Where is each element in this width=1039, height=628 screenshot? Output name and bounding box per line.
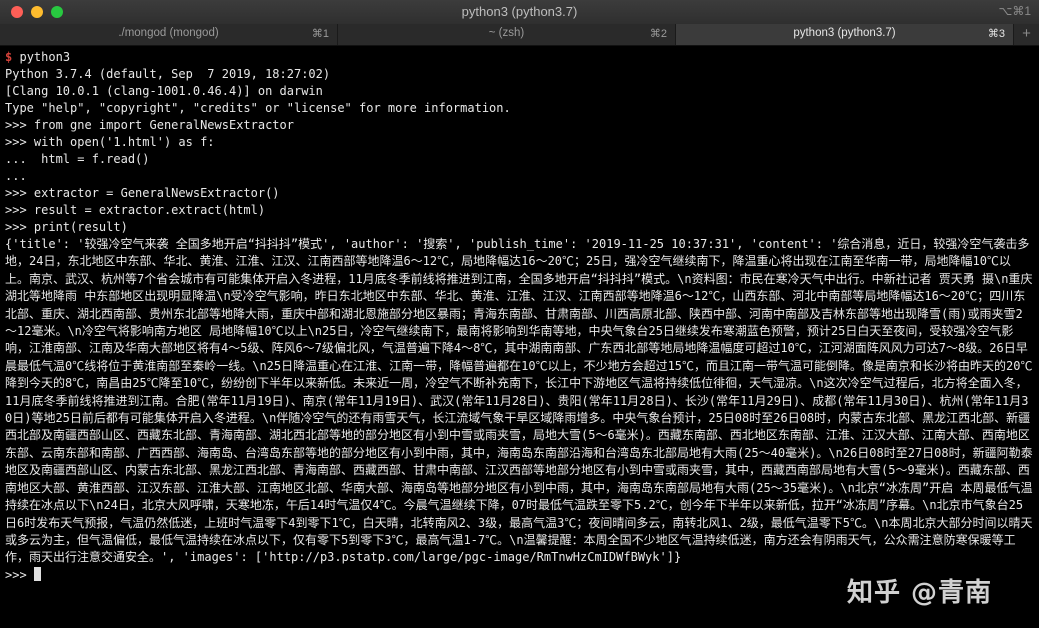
tab-label: python3 (python3.7) [793, 27, 896, 39]
shell-command: python3 [19, 50, 71, 64]
extract-result-output: {'title': '较强冷空气来袭 全国多地开启“抖抖抖”模式', 'auth… [5, 237, 1033, 565]
terminal-line: Type "help", "copyright", "credits" or "… [5, 101, 511, 115]
tab-mongod[interactable]: ./mongod (mongod) ⌘1 [0, 24, 338, 45]
tab-bar: ./mongod (mongod) ⌘1 ~ (zsh) ⌘2 python3 … [0, 24, 1039, 46]
terminal-line: >>> with open('1.html') as f: [5, 135, 215, 149]
tab-shortcut: ⌘1 [311, 28, 329, 40]
python-prompt: >>> [5, 567, 34, 582]
tab-label: ~ (zsh) [488, 27, 525, 39]
terminal-line: >>> from gne import GeneralNewsExtractor [5, 118, 294, 132]
terminal-line: >>> print(result) [5, 220, 128, 234]
terminal-line: >>> extractor = GeneralNewsExtractor() [5, 186, 280, 200]
tab-shortcut: ⌘2 [649, 28, 667, 40]
window-shortcut: ⌥⌘1 [998, 4, 1031, 18]
tab-zsh[interactable]: ~ (zsh) ⌘2 [338, 24, 676, 45]
watermark-text: 知乎 @青南 [847, 578, 993, 608]
new-tab-button[interactable]: + [1014, 24, 1039, 45]
tab-label: ./mongod (mongod) [118, 27, 219, 39]
tab-shortcut: ⌘3 [987, 28, 1005, 40]
terminal-window: python3 (python3.7) ⌥⌘1 ./mongod (mongod… [0, 0, 1039, 628]
window-title: python3 (python3.7) [461, 4, 578, 19]
terminal-content[interactable]: $ python3 Python 3.7.4 (default, Sep 7 2… [5, 49, 1033, 584]
text-cursor [33, 566, 41, 581]
shell-prompt: $ [5, 50, 13, 64]
terminal-line: [Clang 10.0.1 (clang-1001.0.46.4)] on da… [5, 84, 323, 98]
tab-python3[interactable]: python3 (python3.7) ⌘3 [676, 24, 1014, 45]
terminal-line: >>> result = extractor.extract(html) [5, 203, 266, 217]
terminal-line: ... [5, 169, 27, 183]
shell-command-line: $ python3 [5, 49, 1033, 66]
title-bar[interactable]: python3 (python3.7) ⌥⌘1 [0, 0, 1039, 25]
terminal-line: Python 3.7.4 (default, Sep 7 2019, 18:27… [5, 67, 331, 81]
terminal-line: ... html = f.read() [5, 152, 150, 166]
